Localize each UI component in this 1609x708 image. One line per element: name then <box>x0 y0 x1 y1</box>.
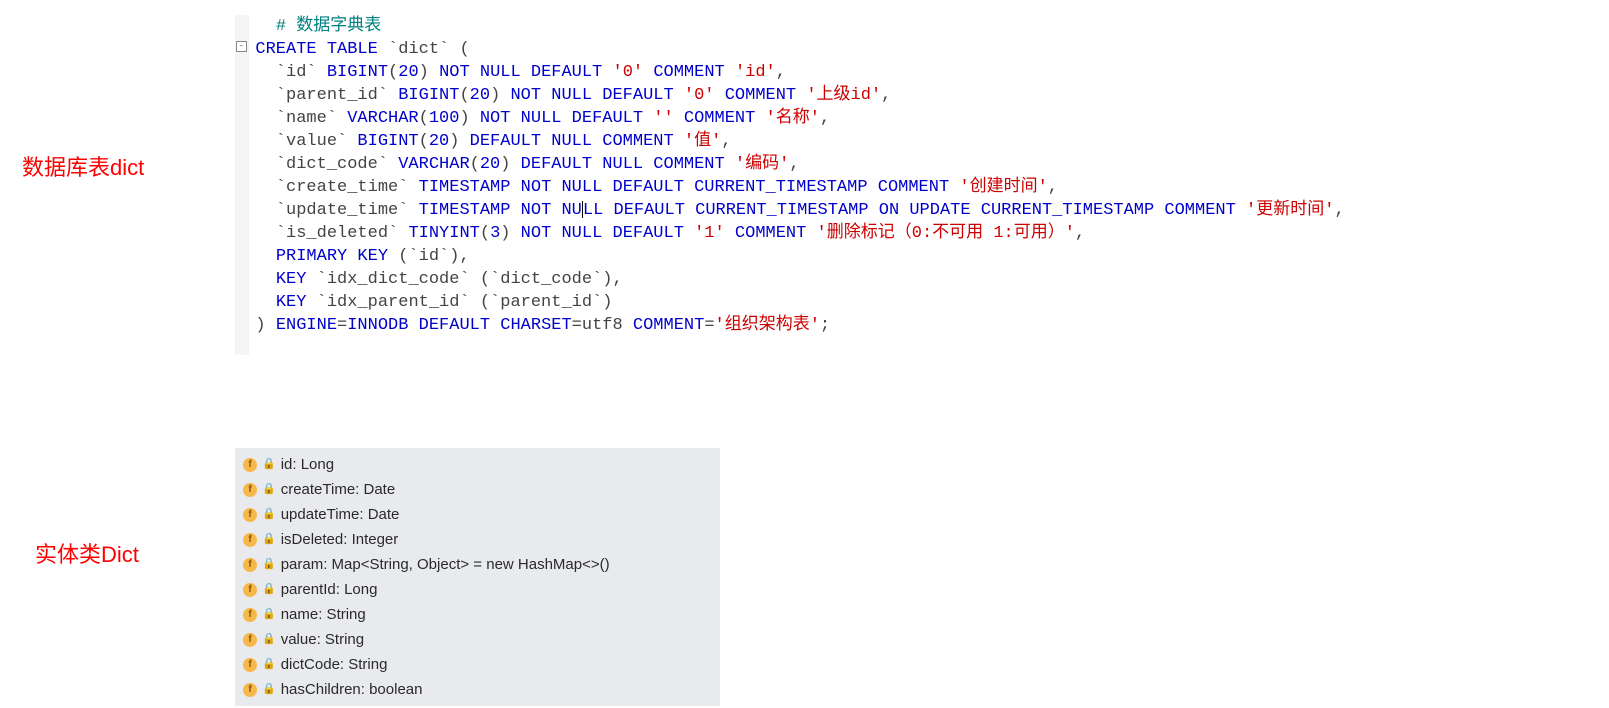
lock-icon: 🔒 <box>262 527 276 552</box>
entity-field-row: f 🔒isDeleted: Integer <box>241 527 714 552</box>
entity-field-row: f 🔒dictCode: String <box>241 652 714 677</box>
field-icon: f <box>243 533 257 547</box>
lock-icon: 🔒 <box>262 477 276 502</box>
entity-field-text: id: Long <box>281 452 334 477</box>
entity-field-row: f 🔒hasChildren: boolean <box>241 677 714 702</box>
entity-field-text: value: String <box>281 627 364 652</box>
entity-field-text: dictCode: String <box>281 652 388 677</box>
entity-field-row: f 🔒id: Long <box>241 452 714 477</box>
field-icon: f <box>243 633 257 647</box>
entity-field-text: hasChildren: boolean <box>281 677 423 702</box>
entity-field-text: param: Map<String, Object> = new HashMap… <box>281 552 610 577</box>
field-icon: f <box>243 608 257 622</box>
field-icon: f <box>243 558 257 572</box>
document-page: 数据库表dict 实体类Dict - # 数据字典表 CREATE TABLE … <box>0 0 1609 708</box>
sql-code-block: # 数据字典表 CREATE TABLE `dict` ( `id` BIGIN… <box>235 15 1605 337</box>
field-icon: f <box>243 483 257 497</box>
lock-icon: 🔒 <box>262 677 276 702</box>
entity-field-row: f 🔒parentId: Long <box>241 577 714 602</box>
entity-fields-panel: f🔒id: Longf🔒createTime: Datef🔒updateTime… <box>235 448 720 706</box>
db-table-label: 数据库表dict <box>22 150 144 182</box>
lock-icon: 🔒 <box>262 452 276 477</box>
lock-icon: 🔒 <box>262 577 276 602</box>
field-icon: f <box>243 458 257 472</box>
lock-icon: 🔒 <box>262 602 276 627</box>
field-icon: f <box>243 683 257 697</box>
field-icon: f <box>243 508 257 522</box>
entity-field-row: f 🔒value: String <box>241 627 714 652</box>
lock-icon: 🔒 <box>262 652 276 677</box>
entity-field-text: name: String <box>281 602 366 627</box>
entity-field-text: parentId: Long <box>281 577 378 602</box>
entity-field-row: f 🔒updateTime: Date <box>241 502 714 527</box>
entity-field-row: f 🔒name: String <box>241 602 714 627</box>
lock-icon: 🔒 <box>262 627 276 652</box>
entity-field-row: f 🔒param: Map<String, Object> = new HashM… <box>241 552 714 577</box>
field-icon: f <box>243 583 257 597</box>
entity-field-text: isDeleted: Integer <box>281 527 399 552</box>
lock-icon: 🔒 <box>262 502 276 527</box>
entity-field-text: createTime: Date <box>281 477 396 502</box>
entity-class-label: 实体类Dict <box>35 537 139 569</box>
sql-code-text: # 数据字典表 CREATE TABLE `dict` ( `id` BIGIN… <box>235 15 1605 337</box>
entity-field-row: f 🔒createTime: Date <box>241 477 714 502</box>
field-icon: f <box>243 658 257 672</box>
entity-field-text: updateTime: Date <box>281 502 400 527</box>
lock-icon: 🔒 <box>262 552 276 577</box>
